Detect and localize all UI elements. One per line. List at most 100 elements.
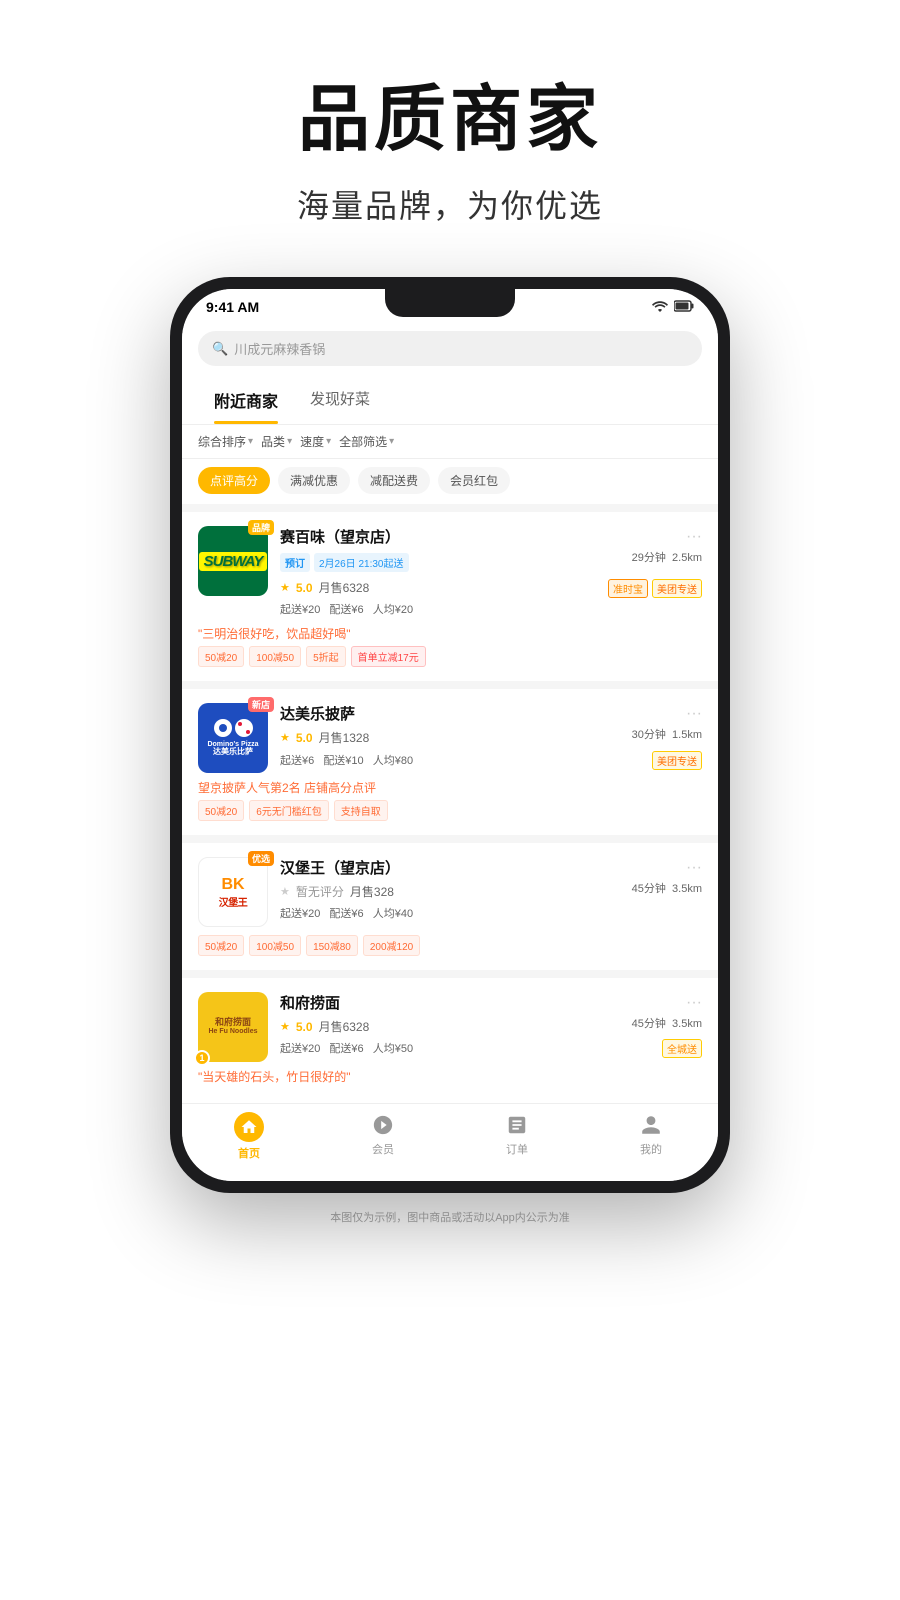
- subway-logo: SUBWAY 品牌: [198, 526, 268, 596]
- hefu-name: 和府捞面: [280, 992, 340, 1013]
- footer-note: 本图仅为示例，图中商品或活动以App内公示为准: [330, 1193, 570, 1245]
- dominos-more-btn[interactable]: ···: [686, 705, 702, 723]
- promo-tag: 50减20: [198, 935, 244, 956]
- meituan-badge-2: 美团专送: [652, 751, 702, 770]
- merchant-card-hefu[interactable]: 和府捞面 He Fu Noodles 1 和府捞面 ··· ★ 5.: [182, 978, 718, 1103]
- search-icon: 🔍: [212, 341, 228, 357]
- wifi-icon: [652, 300, 668, 315]
- bottom-nav: 首页 会员 订单 我的: [182, 1103, 718, 1181]
- filter-sort[interactable]: 综合排序 ▾: [198, 433, 253, 450]
- subway-service-badges: 准时宝 美团专送: [608, 579, 702, 598]
- merchant-card-subway[interactable]: SUBWAY 品牌 赛百味（望京店） ··· 预订 2月26日 21:30起送: [182, 512, 718, 681]
- promo-tag: 100减50: [249, 646, 301, 667]
- select-badge: 优选: [248, 851, 274, 866]
- promo-tag: 50减20: [198, 800, 244, 821]
- nav-member[interactable]: 会员: [316, 1112, 450, 1161]
- home-icon: [234, 1112, 264, 1142]
- filter-row: 综合排序 ▾ 品类 ▾ 速度 ▾ 全部筛选 ▾: [182, 425, 718, 459]
- on-time-badge: 准时宝: [608, 579, 648, 598]
- page-subtitle: 海量品牌，为你优选: [297, 181, 603, 227]
- promo-tag-special: 首单立减17元: [351, 646, 426, 667]
- nav-profile[interactable]: 我的: [584, 1112, 718, 1161]
- dominos-info: 达美乐披萨 ··· ★ 5.0 月售1328 30分钟 1.5km: [280, 703, 702, 770]
- hefu-time-dist: 45分钟 3.5km: [632, 1015, 702, 1031]
- filter-all[interactable]: 全部筛选 ▾: [339, 433, 394, 450]
- subway-fees: 起送¥20 配送¥6 人均¥20: [280, 601, 702, 617]
- tag-high-rating[interactable]: 点评高分: [198, 467, 270, 494]
- nav-order-label: 订单: [506, 1141, 528, 1157]
- merchant-card-bk[interactable]: BK 汉堡王 优选 汉堡王（望京店） ··· ★ 暂无评分: [182, 843, 718, 970]
- promo-tag: 150减80: [306, 935, 358, 956]
- subway-rating: ★ 5.0 月售6328: [280, 579, 369, 596]
- tab-discover-food[interactable]: 发现好菜: [294, 376, 386, 424]
- bk-logo: BK 汉堡王 优选: [198, 857, 268, 927]
- search-input-placeholder: 川成元麻辣香锅: [234, 339, 325, 358]
- dominos-fees: 起送¥6 配送¥10 人均¥80: [280, 752, 419, 768]
- tag-free-delivery[interactable]: 减配送费: [358, 467, 430, 494]
- subway-name: 赛百味（望京店）: [280, 526, 400, 547]
- hefu-delivery-badge: 全城送: [662, 1039, 702, 1058]
- phone-notch: [385, 289, 515, 317]
- dominos-rating: ★ 5.0 月售1328: [280, 729, 369, 746]
- phone-shell: 9:41 AM 🔍 川成元麻辣香锅 附近商家 发现好菜: [170, 277, 730, 1193]
- status-icons: [652, 300, 694, 315]
- bk-time-dist: 45分钟 3.5km: [632, 880, 702, 896]
- subway-info: 赛百味（望京店） ··· 预订 2月26日 21:30起送 29分钟 2.5km: [280, 526, 702, 619]
- preorder-time: 2月26日 21:30起送: [314, 553, 409, 572]
- subway-time-dist: 29分钟 2.5km: [632, 549, 702, 565]
- bk-promos: 50减20 100减50 150减80 200减120: [198, 935, 702, 956]
- tabs-row: 附近商家 发现好菜: [182, 376, 718, 425]
- hefu-logo: 和府捞面 He Fu Noodles 1: [198, 992, 268, 1062]
- dominos-logo: Domino's Pizza达美乐比萨 新店: [198, 703, 268, 773]
- profile-icon: [638, 1112, 664, 1138]
- brand-badge: 品牌: [248, 520, 274, 535]
- order-icon: [504, 1112, 530, 1138]
- promo-tag: 50减20: [198, 646, 244, 667]
- page-title: 品质商家: [297, 60, 603, 165]
- subway-review: "三明治很好吃，饮品超好喝": [198, 625, 702, 642]
- member-icon: [370, 1112, 396, 1138]
- preorder-row: 预订 2月26日 21:30起送: [280, 553, 409, 572]
- hefu-review: "当天雄的石头，竹日很好的": [198, 1068, 702, 1085]
- dominos-name: 达美乐披萨: [280, 703, 355, 724]
- merchant-card-dominos[interactable]: Domino's Pizza达美乐比萨 新店 达美乐披萨 ··· ★ 5.0 月…: [182, 689, 718, 835]
- tag-member-coupon[interactable]: 会员红包: [438, 467, 510, 494]
- promo-tag: 100减50: [249, 935, 301, 956]
- nav-profile-label: 我的: [640, 1141, 662, 1157]
- hefu-rating: ★ 5.0 月售6328: [280, 1018, 369, 1035]
- search-bar[interactable]: 🔍 川成元麻辣香锅: [198, 331, 702, 366]
- preorder-label: 预订: [280, 553, 310, 572]
- bk-name: 汉堡王（望京店）: [280, 857, 400, 878]
- dominos-review: 望京披萨人气第2名 店铺高分点评: [198, 779, 702, 796]
- new-badge: 新店: [248, 697, 274, 712]
- tab-nearby-merchants[interactable]: 附近商家: [198, 376, 294, 424]
- filter-speed[interactable]: 速度 ▾: [300, 433, 331, 450]
- nav-home-label: 首页: [238, 1145, 260, 1161]
- meituan-badge: 美团专送: [652, 579, 702, 598]
- filter-category[interactable]: 品类 ▾: [261, 433, 292, 450]
- subway-promos: 50减20 100减50 5折起 首单立减17元: [198, 646, 702, 667]
- nav-order[interactable]: 订单: [450, 1112, 584, 1161]
- promo-tag: 200减120: [363, 935, 420, 956]
- page-header: 品质商家 海量品牌，为你优选: [297, 0, 603, 257]
- phone-screen: 9:41 AM 🔍 川成元麻辣香锅 附近商家 发现好菜: [182, 289, 718, 1181]
- hefu-info: 和府捞面 ··· ★ 5.0 月售6328 45分钟 3.5km: [280, 992, 702, 1058]
- bk-fees: 起送¥20 配送¥6 人均¥40: [280, 905, 702, 921]
- dominos-promos: 50减20 6元无门槛红包 支持自取: [198, 800, 702, 821]
- battery-icon: [674, 300, 694, 315]
- dominos-service-badges: 美团专送: [652, 751, 702, 770]
- tag-discounts[interactable]: 满减优惠: [278, 467, 350, 494]
- nav-member-label: 会员: [372, 1141, 394, 1157]
- promo-tag: 支持自取: [334, 800, 388, 821]
- bk-rating: ★ 暂无评分 月售328: [280, 883, 394, 900]
- status-time: 9:41 AM: [206, 299, 259, 315]
- hefu-fees: 起送¥20 配送¥6 人均¥50: [280, 1040, 419, 1056]
- promo-tag: 6元无门槛红包: [249, 800, 329, 821]
- bk-more-btn[interactable]: ···: [686, 859, 702, 877]
- nav-home[interactable]: 首页: [182, 1112, 316, 1161]
- hefu-more-btn[interactable]: ···: [686, 994, 702, 1012]
- subway-more-btn[interactable]: ···: [686, 528, 702, 546]
- bk-info: 汉堡王（望京店） ··· ★ 暂无评分 月售328 45分钟 3.5km: [280, 857, 702, 923]
- search-bar-wrap: 🔍 川成元麻辣香锅: [182, 321, 718, 376]
- promo-tag: 5折起: [306, 646, 346, 667]
